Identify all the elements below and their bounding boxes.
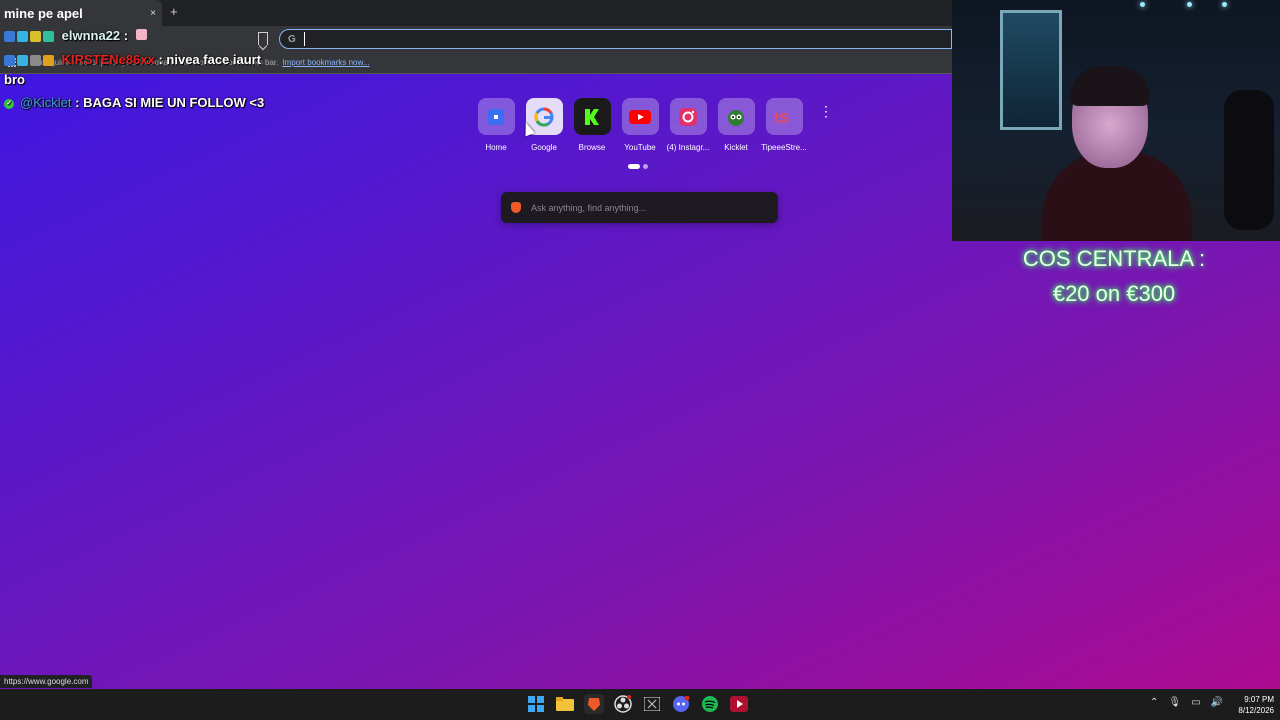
chat-message: elwnna22 : [4, 28, 147, 43]
obs-icon[interactable] [613, 694, 633, 714]
kicklet-icon [728, 109, 744, 126]
import-bookmarks-link[interactable]: Import bookmarks now... [282, 58, 369, 67]
chat-text: BAGA SI MIE UN FOLLOW <3 [79, 95, 265, 110]
overlay-title: COS CENTRALA : [1022, 246, 1206, 271]
microphone-icon[interactable]: 🎙 [1168, 697, 1181, 708]
tab-close-icon[interactable]: × [144, 8, 162, 19]
shortcut-tile[interactable] [669, 98, 707, 135]
shortcut-tile[interactable] [573, 98, 611, 135]
shortcut-tile[interactable]: tS [765, 98, 803, 135]
media-player-icon[interactable] [729, 694, 749, 714]
browser-tab[interactable]: mine pe apel × [0, 0, 162, 26]
search-box[interactable] [501, 192, 778, 223]
verified-icon: ✓ [4, 98, 14, 109]
windows-start-icon[interactable] [526, 694, 546, 714]
taskbar: ⌃ 🎙 ▭ 🔊 9:07 PM 8/12/2026 [0, 689, 1280, 720]
chat-continuation: bro [4, 72, 25, 87]
cam-light [1140, 2, 1145, 7]
shortcut-label: TipeeeStre... [761, 143, 807, 152]
shortcut-youtube[interactable]: YouTube [616, 98, 664, 152]
clock-time: 9:07 PM [1244, 695, 1274, 704]
badge-icon [43, 31, 54, 43]
chat-message: KIRSTENe86xx : nivea face iaurt [4, 52, 261, 67]
badge-icon [4, 31, 15, 43]
shortcut-browse[interactable]: Browse [568, 98, 616, 152]
bookmark-icon[interactable] [258, 32, 268, 45]
page-dot-active[interactable] [628, 164, 640, 169]
emote-icon [135, 29, 147, 40]
tab-strip: mine pe apel × + [0, 0, 952, 26]
status-url: https://www.google.com [0, 675, 93, 688]
webcam-feed [952, 0, 1280, 241]
tipeeestream-icon: tS [774, 110, 789, 127]
kick-icon [585, 108, 599, 125]
taskbar-icons [526, 694, 749, 714]
svg-text:tS: tS [774, 110, 789, 127]
shortcut-label: Home [485, 143, 507, 152]
cam-light [1222, 2, 1227, 7]
chat-message: ✓ @Kicklet : BAGA SI MIE UN FOLLOW <3 [4, 95, 264, 110]
address-bar[interactable]: G [279, 29, 952, 49]
youtube-icon [629, 109, 651, 124]
shortcut-label: Browse [578, 143, 606, 152]
shortcut-tile[interactable] [621, 98, 659, 135]
chat-separator: : [120, 28, 129, 43]
shortcut-instagram[interactable]: (4) Instagr... [664, 98, 712, 152]
chat-username: elwnna22 [61, 28, 121, 43]
badge-icon [43, 55, 54, 67]
chat-text: nivea face iaurt [162, 52, 262, 67]
shortcut-tile[interactable] [717, 98, 755, 135]
badge-icon [30, 55, 41, 67]
chat-username: KIRSTENe86xx [61, 52, 155, 67]
clock-date: 8/12/2026 [1238, 706, 1274, 715]
google-icon [534, 106, 554, 127]
shortcut-label: Kicklet [724, 143, 748, 152]
google-icon: G [288, 33, 296, 45]
chat-badges [4, 31, 54, 43]
shortcut-label: Google [531, 143, 557, 152]
shortcut-label: YouTube [624, 143, 656, 152]
volume-icon[interactable]: 🔊 [1211, 697, 1223, 708]
new-tab-button[interactable]: + [170, 4, 178, 19]
chevron-up-icon[interactable]: ⌃ [1150, 697, 1158, 708]
discord-icon[interactable] [671, 694, 691, 714]
shortcut-page-indicator [628, 164, 648, 169]
instagram-icon [679, 107, 697, 126]
chat-username: @Kicklet [20, 95, 72, 110]
taskbar-clock[interactable]: 9:07 PM 8/12/2026 [1224, 694, 1274, 716]
search-input[interactable] [531, 202, 761, 213]
display-icon[interactable]: ▭ [1191, 697, 1200, 708]
badge-icon [4, 55, 15, 67]
shortcut-kicklet[interactable]: Kicklet [712, 98, 760, 152]
shortcut-tipeeestream[interactable]: tS TipeeeStre... [760, 98, 808, 152]
cam-light [1187, 2, 1192, 7]
cam-hair [1070, 66, 1150, 106]
brave-icon[interactable] [584, 694, 604, 714]
badge-icon [30, 31, 41, 43]
system-tray: ⌃ 🎙 ▭ 🔊 [1150, 697, 1223, 708]
brave-icon [511, 202, 521, 213]
more-options-icon[interactable]: ⋮ [819, 104, 833, 118]
badge-icon [17, 55, 28, 67]
shortcut-tile[interactable] [477, 98, 515, 135]
chat-badges [4, 55, 54, 67]
cam-window [1000, 10, 1062, 130]
overlay-value: €20 on €300 [1052, 281, 1176, 306]
shortcut-home[interactable]: Home [472, 98, 520, 152]
shortcut-label: (4) Instagr... [666, 143, 710, 152]
roblox-icon [488, 108, 504, 125]
badge-icon [17, 31, 28, 43]
file-explorer-icon[interactable] [555, 694, 575, 714]
cam-chair [1224, 90, 1274, 230]
chat-separator: : [154, 52, 163, 67]
xbox-icon[interactable] [642, 694, 662, 714]
tab-title: mine pe apel [4, 5, 83, 21]
page-dot[interactable] [643, 164, 648, 169]
spotify-icon[interactable] [700, 694, 720, 714]
address-input[interactable] [303, 32, 904, 46]
